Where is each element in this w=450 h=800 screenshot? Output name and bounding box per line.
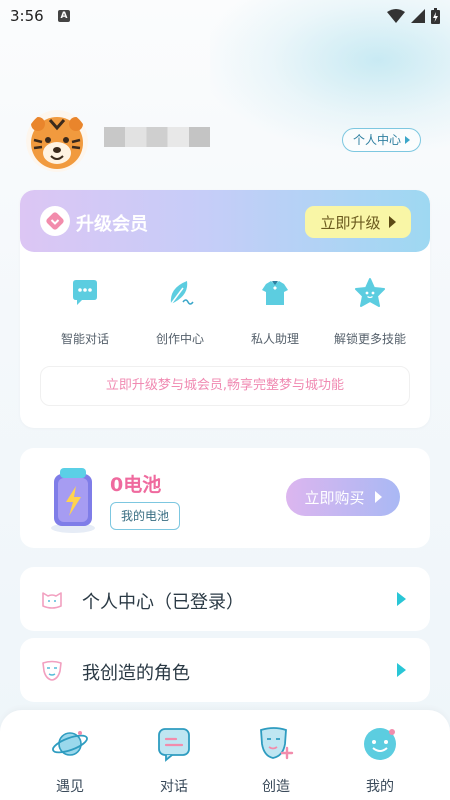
status-icons [387,8,440,24]
star-icon [355,278,385,307]
nav-chat[interactable]: 对话 [134,724,214,796]
battery-count: 0电池 [110,474,162,496]
leaf-pen-icon [170,281,194,305]
personal-center-label: 个人中心 [353,133,402,147]
wifi-icon [387,9,405,23]
row-label: 我创造的角色 [82,663,190,684]
nav-meet[interactable]: 遇见 [30,724,110,796]
feature-label: 创作中心 [155,332,204,346]
nav-create[interactable]: 创造 [236,724,316,796]
tiger-avatar-icon [26,110,88,172]
feature-label: 解锁更多技能 [333,332,406,346]
nav-label: 遇见 [56,779,84,795]
mask-icon [42,660,62,681]
feature-creation-center[interactable]: 创作中心 [135,276,225,347]
personal-center-link[interactable]: 个人中心 [342,128,422,152]
vip-banner: 升级会员 立即升级 [20,190,430,252]
battery-status-icon [431,8,440,24]
chevron-right-icon [397,592,406,606]
bottom-nav: 遇见 对话 创造 我的 [0,710,450,800]
nav-label: 对话 [160,779,188,795]
nav-mine[interactable]: 我的 [340,724,420,796]
planet-icon [52,731,88,756]
create-icon [260,727,294,760]
feature-label: 私人助理 [250,332,299,346]
upgrade-now-label: 立即升级 [320,213,381,232]
play-arrow-icon [374,491,382,503]
feature-unlock-skills[interactable]: 解锁更多技能 [325,276,415,347]
nav-label: 我的 [366,779,394,795]
username-redacted [104,127,210,147]
chat-bubble-icon [73,280,97,305]
status-time: 3:56 [10,7,44,25]
cat-face-icon [42,592,62,609]
play-arrow-icon [388,216,396,228]
nav-label: 创造 [262,779,290,795]
feature-private-assistant[interactable]: 私人助理 [230,276,320,347]
row-personal-center[interactable]: 个人中心（已登录） [20,567,430,631]
upgrade-now-button[interactable]: 立即升级 [305,206,411,238]
vip-promo-note[interactable]: 立即升级梦与城会员,畅享完整梦与城功能 [40,366,410,406]
signal-icon [411,9,425,23]
chat-icon [158,728,190,762]
avatar[interactable] [26,110,88,172]
battery-card: 0电池 我的电池 立即购买 [20,448,430,548]
vip-title: 升级会员 [76,214,148,235]
notification-a-icon: A [58,10,70,22]
status-bar: 3:56 A [0,0,450,32]
my-battery-button[interactable]: 我的电池 [110,502,180,530]
row-label: 个人中心（已登录） [82,592,244,613]
buy-now-label: 立即购买 [304,488,365,507]
chevron-right-icon [397,663,406,677]
vip-diamond-icon [40,206,70,236]
face-icon [364,728,396,760]
feature-label: 智能对话 [60,332,109,346]
play-arrow-icon [405,136,411,144]
row-my-characters[interactable]: 我创造的角色 [20,638,430,702]
feature-smart-chat[interactable]: 智能对话 [40,276,130,347]
vip-card: 升级会员 立即升级 智能对话 创作中心 私人助理 解锁更多技能 立即升级梦与城会… [20,190,430,428]
buy-now-button[interactable]: 立即购买 [286,478,400,516]
shirt-icon [262,281,288,305]
battery-icon [51,468,95,533]
